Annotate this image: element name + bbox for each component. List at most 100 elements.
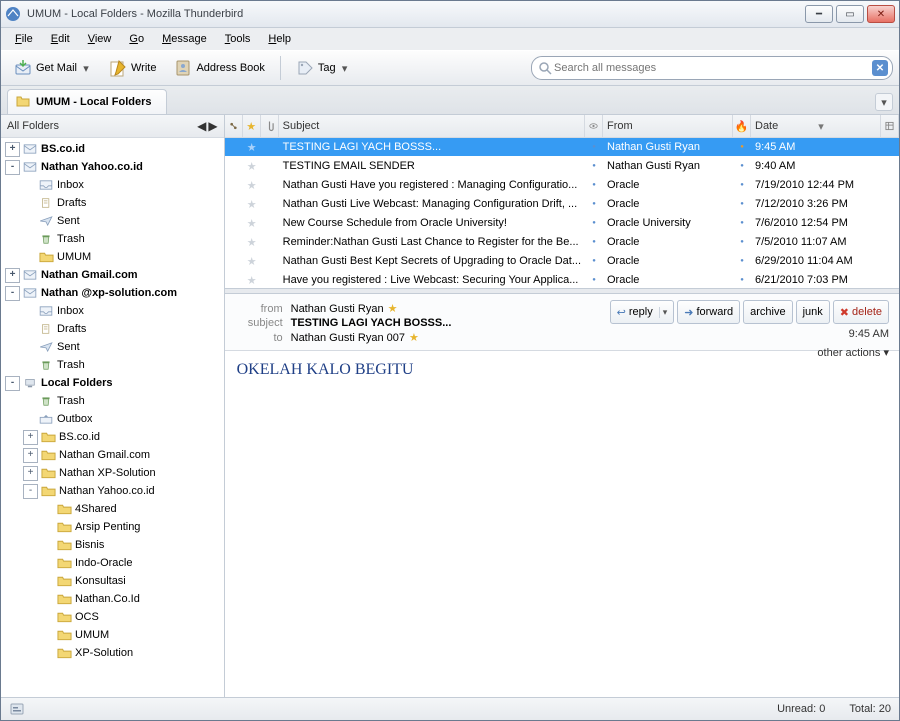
collapse-icon[interactable]: -	[5, 160, 20, 175]
star-icon[interactable]: ★	[243, 160, 261, 173]
star-icon[interactable]: ★	[388, 302, 398, 315]
expand-icon[interactable]: +	[5, 142, 20, 157]
tree-item[interactable]: Trash	[3, 230, 222, 248]
tree-item[interactable]: -Nathan @xp-solution.com	[3, 284, 222, 302]
junk-button[interactable]: junk	[796, 300, 830, 324]
search-clear-button[interactable]: ✕	[872, 60, 888, 76]
message-row[interactable]: ★TESTING EMAIL SENDER●Nathan Gusti Ryan●…	[225, 157, 899, 176]
tree-item[interactable]: Bisnis	[3, 536, 222, 554]
addressbook-button[interactable]: Address Book	[167, 54, 271, 82]
star-icon[interactable]: ★	[243, 141, 261, 154]
message-row[interactable]: ★New Course Schedule from Oracle Univers…	[225, 214, 899, 233]
tree-item[interactable]: Sent	[3, 212, 222, 230]
tree-item[interactable]: Konsultasi	[3, 572, 222, 590]
message-row[interactable]: ★Nathan Gusti Have you registered : Mana…	[225, 176, 899, 195]
archive-button[interactable]: archive	[743, 300, 792, 324]
tree-item[interactable]: Drafts	[3, 320, 222, 338]
star-icon[interactable]: ★	[243, 255, 261, 268]
message-row[interactable]: ★TESTING LAGI YACH BOSSS...●Nathan Gusti…	[225, 138, 899, 157]
col-read-icon[interactable]	[585, 115, 603, 137]
search-box[interactable]: ✕	[531, 56, 893, 80]
tree-item[interactable]: XP-Solution	[3, 644, 222, 662]
col-star-icon[interactable]: ★	[243, 115, 261, 137]
tree-item[interactable]: 4Shared	[3, 500, 222, 518]
star-icon[interactable]: ★	[243, 179, 261, 192]
tree-item[interactable]: Drafts	[3, 194, 222, 212]
folderview-next-icon[interactable]: ▶	[208, 119, 217, 133]
message-row[interactable]: ★Have you registered : Live Webcast: Sec…	[225, 271, 899, 288]
menu-help[interactable]: Help	[260, 31, 299, 47]
expand-icon[interactable]: +	[23, 430, 38, 445]
tree-item[interactable]: +BS.co.id	[3, 140, 222, 158]
tree-item[interactable]: +Nathan Gmail.com	[3, 266, 222, 284]
reply-dropdown-icon[interactable]: ▾	[659, 307, 668, 318]
tab-menu-button[interactable]: ▾	[875, 93, 893, 111]
menu-file[interactable]: File	[7, 31, 41, 47]
col-from[interactable]: From	[603, 115, 733, 137]
expand-icon[interactable]: +	[23, 466, 38, 481]
star-icon[interactable]: ★	[243, 236, 261, 249]
expand-icon[interactable]: +	[5, 268, 20, 283]
tree-item[interactable]: Trash	[3, 392, 222, 410]
collapse-icon[interactable]: -	[5, 376, 20, 391]
tree-item[interactable]: Sent	[3, 338, 222, 356]
to-value[interactable]: Nathan Gusti Ryan 007	[291, 332, 405, 344]
menu-go[interactable]: Go	[121, 31, 152, 47]
from-value[interactable]: Nathan Gusti Ryan	[291, 303, 384, 315]
message-list[interactable]: ★TESTING LAGI YACH BOSSS...●Nathan Gusti…	[225, 138, 899, 288]
tree-item[interactable]: UMUM	[3, 626, 222, 644]
star-icon[interactable]: ★	[243, 198, 261, 211]
tree-item[interactable]: Nathan.Co.Id	[3, 590, 222, 608]
star-icon[interactable]: ★	[243, 217, 261, 230]
reply-button[interactable]: ↩reply▾	[610, 300, 675, 324]
write-button[interactable]: Write	[102, 54, 163, 82]
tree-item[interactable]: -Nathan Yahoo.co.id	[3, 482, 222, 500]
star-icon[interactable]: ★	[243, 274, 261, 287]
col-thread-icon[interactable]	[225, 115, 243, 137]
tree-item[interactable]: +BS.co.id	[3, 428, 222, 446]
menu-message[interactable]: Message	[154, 31, 215, 47]
expand-icon[interactable]: +	[23, 448, 38, 463]
maximize-button[interactable]: ▭	[836, 5, 864, 23]
col-junk-icon[interactable]: 🔥	[733, 115, 751, 137]
tree-item[interactable]: OCS	[3, 608, 222, 626]
collapse-icon[interactable]: -	[5, 286, 20, 301]
close-button[interactable]: ✕	[867, 5, 895, 23]
menu-view[interactable]: View	[80, 31, 120, 47]
folderview-prev-icon[interactable]: ◀	[197, 119, 206, 133]
menu-edit[interactable]: Edit	[43, 31, 78, 47]
search-input[interactable]	[552, 61, 872, 75]
tree-item[interactable]: Arsip Penting	[3, 518, 222, 536]
tree-item[interactable]: UMUM	[3, 248, 222, 266]
tree-item[interactable]: Indo-Oracle	[3, 554, 222, 572]
tree-item[interactable]: -Local Folders	[3, 374, 222, 392]
message-row[interactable]: ★Nathan Gusti Live Webcast: Managing Con…	[225, 195, 899, 214]
getmail-dropdown-icon[interactable]: ▾	[81, 62, 91, 75]
activity-icon[interactable]	[9, 701, 25, 717]
message-row[interactable]: ★Reminder:Nathan Gusti Last Chance to Re…	[225, 233, 899, 252]
tag-button[interactable]: Tag ▾	[289, 54, 357, 82]
other-actions-button[interactable]: other actions ▾	[817, 346, 889, 359]
tree-item[interactable]: +Nathan XP-Solution	[3, 464, 222, 482]
col-subject[interactable]: Subject	[279, 115, 585, 137]
getmail-button[interactable]: Get Mail ▾	[7, 54, 98, 82]
tab-active[interactable]: UMUM - Local Folders	[7, 89, 167, 114]
col-attachment-icon[interactable]	[261, 115, 279, 137]
tree-item[interactable]: Outbox	[3, 410, 222, 428]
tree-item[interactable]: Trash	[3, 356, 222, 374]
minimize-button[interactable]: ━	[805, 5, 833, 23]
tree-item[interactable]: -Nathan Yahoo.co.id	[3, 158, 222, 176]
collapse-icon[interactable]: -	[23, 484, 38, 499]
col-picker-icon[interactable]	[881, 115, 899, 137]
col-date[interactable]: Date▾	[751, 115, 881, 137]
message-row[interactable]: ★Nathan Gusti Best Kept Secrets of Upgra…	[225, 252, 899, 271]
star-icon[interactable]: ★	[409, 331, 419, 344]
tag-dropdown-icon[interactable]: ▾	[340, 62, 350, 75]
folder-tree[interactable]: +BS.co.id-Nathan Yahoo.co.idInboxDraftsS…	[1, 138, 224, 697]
menu-tools[interactable]: Tools	[217, 31, 259, 47]
forward-button[interactable]: ➜forward	[677, 300, 740, 324]
delete-button[interactable]: ✖delete	[833, 300, 889, 324]
tree-item[interactable]: +Nathan Gmail.com	[3, 446, 222, 464]
tree-item[interactable]: Inbox	[3, 176, 222, 194]
tree-item[interactable]: Inbox	[3, 302, 222, 320]
